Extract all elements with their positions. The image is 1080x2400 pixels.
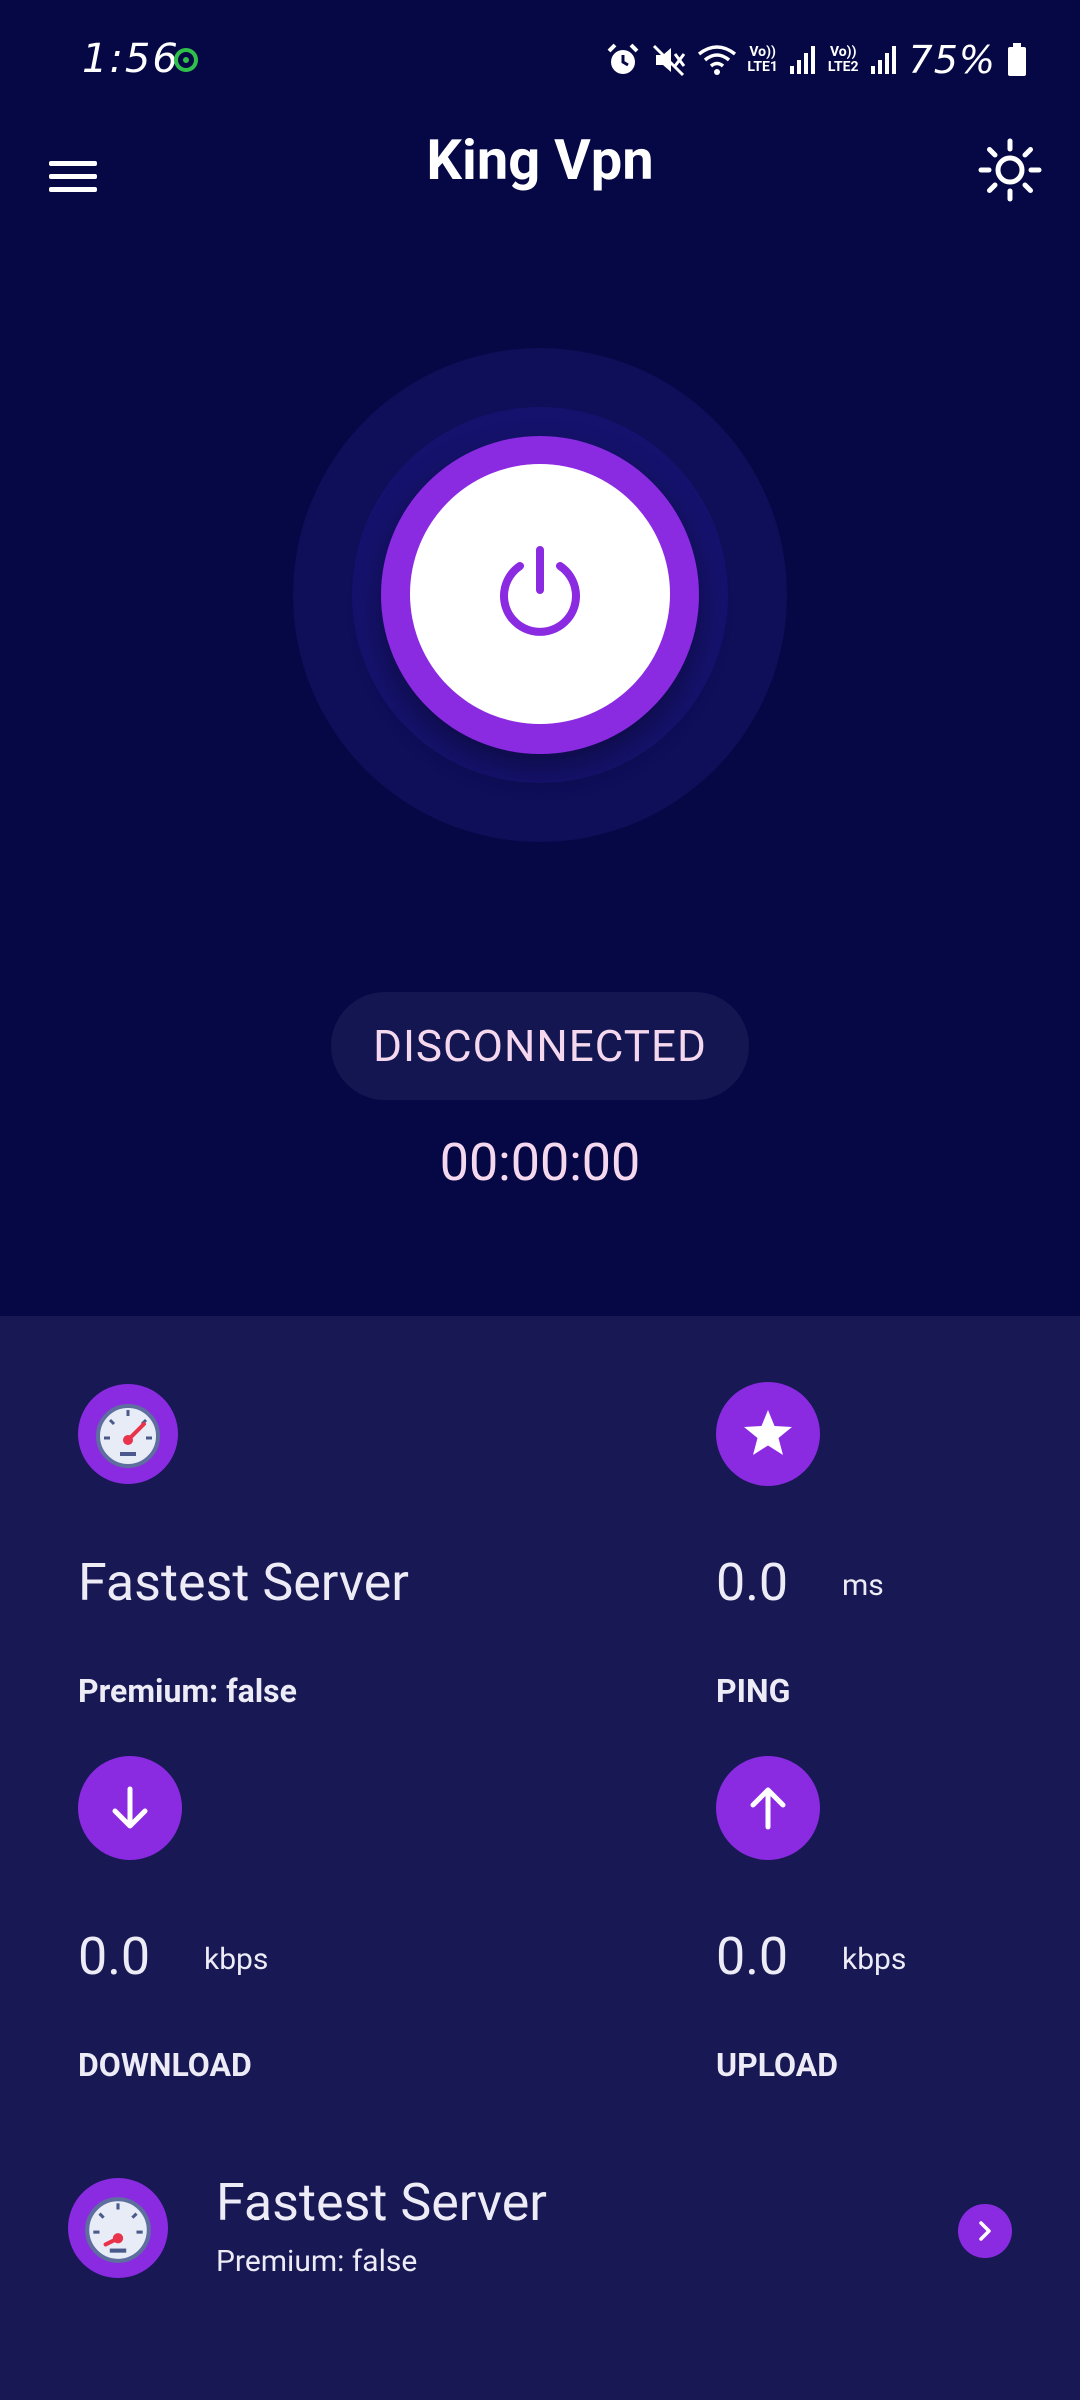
download-label: DOWNLOAD xyxy=(78,2046,252,2084)
ping-icon-circle xyxy=(716,1382,820,1486)
connection-timer: 00:00:00 xyxy=(439,1132,641,1193)
power-icon xyxy=(500,546,580,636)
connection-status-badge: DISCONNECTED xyxy=(331,992,749,1100)
server-name: Fastest Server xyxy=(78,1552,409,1613)
arrow-down-icon xyxy=(112,1786,148,1829)
battery-icon xyxy=(1008,43,1026,76)
app-title: King Vpn xyxy=(426,127,654,193)
download-value: 0.0 xyxy=(78,1926,151,1987)
selected-server-premium: Premium: false xyxy=(216,2244,418,2279)
speedometer-icon xyxy=(85,2197,151,2263)
status-icons: Vo)) LTE1 Vo)) LTE2 75% xyxy=(605,38,1028,82)
theme-toggle-button[interactable] xyxy=(970,130,1050,210)
app-bar: King Vpn xyxy=(0,120,1080,280)
ping-value: 0.0 xyxy=(716,1552,789,1613)
alarm-icon xyxy=(607,43,639,74)
upload-unit: kbps xyxy=(842,1942,907,1977)
upload-label: UPLOAD xyxy=(716,2046,839,2084)
status-time: 1:56 xyxy=(82,36,180,82)
upload-value: 0.0 xyxy=(716,1926,789,1987)
download-icon-circle xyxy=(78,1756,182,1860)
server-icon-circle xyxy=(78,1384,178,1484)
brightness-icon xyxy=(978,138,1042,202)
arrow-up-icon xyxy=(750,1787,786,1830)
sim2-indicator: Vo)) LTE2 xyxy=(827,44,859,75)
mute-icon xyxy=(653,44,686,77)
server-premium: Premium: false xyxy=(78,1672,297,1710)
ping-label: PING xyxy=(716,1672,791,1710)
speedometer-icon xyxy=(96,1404,160,1468)
sim1-indicator: Vo)) LTE1 xyxy=(747,44,778,75)
signal-icon xyxy=(870,46,896,74)
select-server-button[interactable] xyxy=(958,2204,1012,2258)
chevron-right-icon xyxy=(979,2221,991,2241)
connect-power-button[interactable] xyxy=(410,464,670,724)
battery-percentage: 75% xyxy=(908,38,996,82)
signal-icon xyxy=(789,46,815,74)
ping-unit: ms xyxy=(842,1568,884,1603)
download-unit: kbps xyxy=(204,1942,269,1977)
sync-icon xyxy=(174,48,198,72)
wifi-icon xyxy=(698,45,737,75)
selected-server-name: Fastest Server xyxy=(216,2172,547,2233)
server-selector-icon-circle xyxy=(68,2178,168,2278)
upload-icon-circle xyxy=(716,1756,820,1860)
star-icon xyxy=(744,1410,792,1455)
